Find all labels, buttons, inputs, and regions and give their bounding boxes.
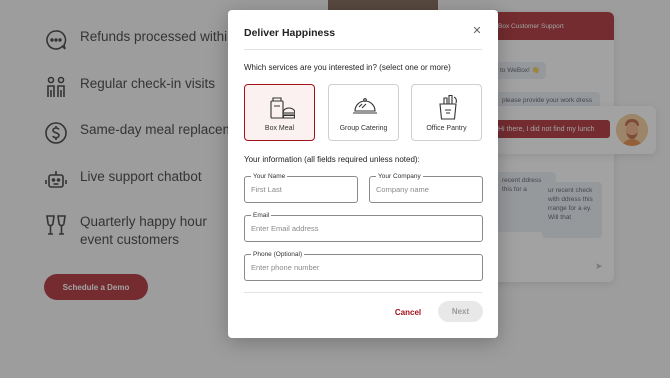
deliver-happiness-modal: Deliver Happiness ✕ Which services are y… <box>228 10 498 338</box>
service-option-box-meal[interactable]: Box Meal <box>244 84 315 141</box>
phone-input[interactable] <box>251 263 476 272</box>
next-button[interactable]: Next <box>438 301 483 322</box>
company-field: Your Company <box>369 172 483 203</box>
field-label: Your Name <box>251 172 288 181</box>
info-label: Your information (all fields required un… <box>244 155 420 164</box>
phone-field: Phone (Optional) <box>244 250 483 281</box>
email-input[interactable] <box>251 224 476 233</box>
email-field: Email <box>244 211 483 242</box>
pantry-bag-icon <box>439 94 457 120</box>
divider <box>244 292 482 293</box>
name-input[interactable] <box>251 185 351 194</box>
service-label: Box Meal <box>264 125 295 132</box>
box-meal-icon <box>270 97 295 119</box>
divider <box>244 49 482 50</box>
close-icon[interactable]: ✕ <box>471 25 483 37</box>
field-label: Your Company <box>376 172 423 181</box>
name-field: Your Name <box>244 172 358 203</box>
cancel-button[interactable]: Cancel <box>386 302 430 322</box>
modal-title: Deliver Happiness <box>244 27 336 39</box>
services-question: Which services are you interested in? (s… <box>244 63 451 72</box>
company-input[interactable] <box>376 185 476 194</box>
field-label: Email <box>251 211 272 220</box>
service-option-office-pantry[interactable]: Office Pantry <box>411 84 482 141</box>
catering-cloche-icon <box>353 98 377 114</box>
service-option-group-catering[interactable]: Group Catering <box>328 84 399 141</box>
service-label: Group Catering <box>339 125 388 132</box>
field-label: Phone (Optional) <box>251 250 305 259</box>
service-label: Office Pantry <box>426 125 467 132</box>
